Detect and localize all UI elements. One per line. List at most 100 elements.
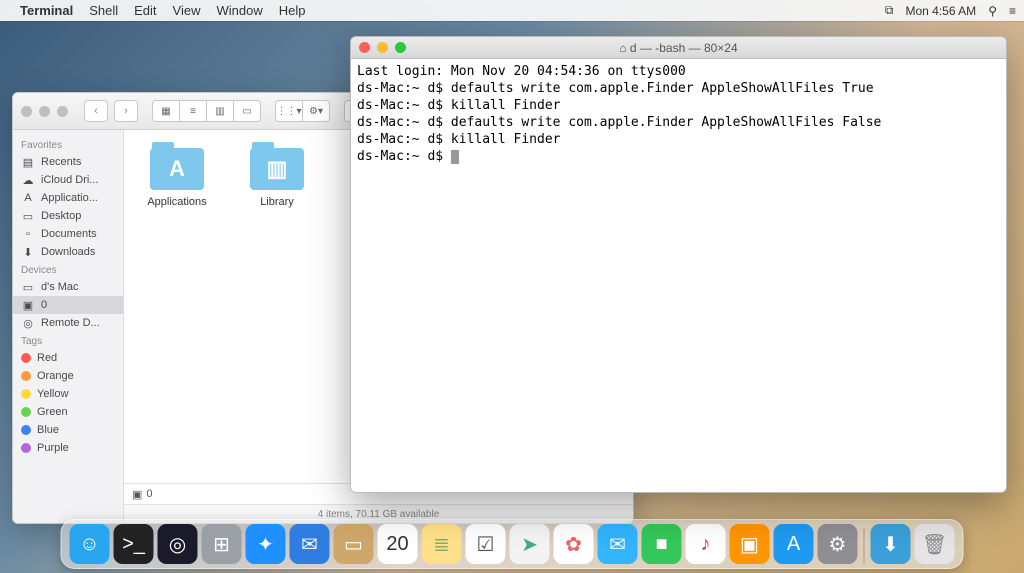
sidebar-item-label: Documents <box>41 228 97 240</box>
sidebar-tag-blue[interactable]: Blue <box>13 421 123 439</box>
folder-library[interactable]: ▥Library <box>242 148 312 208</box>
zoom-button[interactable] <box>395 42 406 53</box>
finder-sidebar: Favorites ▤ Recents ☁iCloud Dri... A Appli… <box>13 130 124 523</box>
dock-preferences[interactable]: ⚙ <box>818 524 858 564</box>
dock-photos[interactable]: ✿ <box>554 524 594 564</box>
icloud-icon: ☁ <box>21 174 35 186</box>
close-button[interactable] <box>21 106 32 117</box>
remote-disc-icon: ◎ <box>21 317 35 329</box>
sidebar-item-downloads[interactable]: ⬇Downloads <box>13 243 123 261</box>
sidebar-item-label: Yellow <box>37 388 68 400</box>
dock-launchpad[interactable]: ⊞ <box>202 524 242 564</box>
sidebar-item-label: Purple <box>37 442 69 454</box>
menubar: Terminal Shell Edit View Window Help ⧉ M… <box>0 0 1024 21</box>
dock-appstore[interactable]: A <box>774 524 814 564</box>
forward-button[interactable]: › <box>114 100 138 122</box>
dock-calendar[interactable]: 20 <box>378 524 418 564</box>
sidebar-tag-red[interactable]: Red <box>13 349 123 367</box>
back-button[interactable]: ‹ <box>84 100 108 122</box>
menu-shell[interactable]: Shell <box>89 3 118 18</box>
dock-ibooks[interactable]: ▣ <box>730 524 770 564</box>
sidebar-item-label: Orange <box>37 370 74 382</box>
sidebar-item-desktop[interactable]: ▭Desktop <box>13 207 123 225</box>
folder-icon: A <box>150 148 204 190</box>
sidebar-item-label: Green <box>37 406 68 418</box>
sidebar-tag-orange[interactable]: Orange <box>13 367 123 385</box>
sidebar-item-label: Blue <box>37 424 59 436</box>
apps-icon: A <box>21 192 35 204</box>
sidebar-tag-yellow[interactable]: Yellow <box>13 385 123 403</box>
sidebar-item-label: Recents <box>41 156 81 168</box>
dock-finder[interactable]: ☺ <box>70 524 110 564</box>
terminal-titlebar[interactable]: ⌂ d — -bash — 80×24 <box>351 37 1006 59</box>
screen-mirror-icon[interactable]: ⧉ <box>885 3 894 18</box>
dock-reminders[interactable]: ☑ <box>466 524 506 564</box>
minimize-button[interactable] <box>377 42 388 53</box>
path-item[interactable]: 0 <box>146 488 152 500</box>
arrange-button[interactable]: ⋮⋮▾ <box>275 100 303 122</box>
dock-trash[interactable]: 🗑 <box>915 524 955 564</box>
dock-contacts[interactable]: ▭ <box>334 524 374 564</box>
sidebar-item-documents[interactable]: ▫ Documents <box>13 225 123 243</box>
menu-edit[interactable]: Edit <box>134 3 156 18</box>
app-name[interactable]: Terminal <box>20 3 73 18</box>
dock-messages[interactable]: ✉ <box>598 524 638 564</box>
clock[interactable]: Mon 4:56 AM <box>905 4 976 18</box>
dock-downloads[interactable]: ⬇ <box>871 524 911 564</box>
sidebar-item-label: 0 <box>41 299 47 311</box>
folder-applications[interactable]: AApplications <box>142 148 212 208</box>
devices-header: Devices <box>13 261 123 278</box>
disk-icon: ▣ <box>132 488 142 501</box>
tags-header: Tags <box>13 332 123 349</box>
sidebar-item-recents[interactable]: ▤ Recents <box>13 153 123 171</box>
dock-separator <box>864 528 865 564</box>
icon-view-button[interactable]: ▦ <box>152 100 180 122</box>
sidebar-item-label: Applicatio... <box>41 192 98 204</box>
sidebar-item-label: Red <box>37 352 57 364</box>
sidebar-item-disk[interactable]: ▣0 <box>13 296 123 314</box>
dock-safari[interactable]: ✦ <box>246 524 286 564</box>
window-controls <box>359 42 406 53</box>
spotlight-icon[interactable]: ⚲ <box>988 4 997 18</box>
gallery-view-button[interactable]: ▭ <box>234 100 261 122</box>
cursor <box>451 150 459 164</box>
sidebar-item-label: Remote D... <box>41 317 100 329</box>
terminal-window[interactable]: ⌂ d — -bash — 80×24 Last login: Mon Nov … <box>350 36 1007 493</box>
action-button[interactable]: ⚙▾ <box>303 100 330 122</box>
dock-siri[interactable]: ◎ <box>158 524 198 564</box>
notification-center-icon[interactable]: ≡ <box>1009 4 1016 18</box>
sidebar-item-icloud[interactable]: ☁iCloud Dri... <box>13 171 123 189</box>
tag-dot-icon <box>21 407 31 417</box>
close-button[interactable] <box>359 42 370 53</box>
folder-icon: ▥ <box>250 148 304 190</box>
recents-icon: ▤ <box>21 156 35 168</box>
sidebar-tag-purple[interactable]: Purple <box>13 439 123 457</box>
menu-window[interactable]: Window <box>217 3 263 18</box>
view-mode-group: ▦ ≡ ▥ ▭ <box>152 100 261 122</box>
column-view-button[interactable]: ▥ <box>207 100 234 122</box>
mac-icon: ▭ <box>21 281 35 293</box>
downloads-icon: ⬇ <box>21 246 35 258</box>
dock-notes[interactable]: ≣ <box>422 524 462 564</box>
zoom-button[interactable] <box>57 106 68 117</box>
sidebar-item-applications[interactable]: A Applicatio... <box>13 189 123 207</box>
sidebar-item-label: Desktop <box>41 210 81 222</box>
dock-facetime[interactable]: ■ <box>642 524 682 564</box>
dock-itunes[interactable]: ♪ <box>686 524 726 564</box>
favorites-header: Favorites <box>13 136 123 153</box>
menu-view[interactable]: View <box>173 3 201 18</box>
minimize-button[interactable] <box>39 106 50 117</box>
documents-icon: ▫ <box>21 228 35 240</box>
dock-terminal[interactable]: >_ <box>114 524 154 564</box>
menu-help[interactable]: Help <box>279 3 306 18</box>
sidebar-item-mac[interactable]: ▭ d's Mac <box>13 278 123 296</box>
list-view-button[interactable]: ≡ <box>180 100 207 122</box>
arrange-group: ⋮⋮▾ ⚙▾ <box>275 100 330 122</box>
dock-mail[interactable]: ✉ <box>290 524 330 564</box>
dock-maps[interactable]: ➤ <box>510 524 550 564</box>
terminal-output[interactable]: Last login: Mon Nov 20 04:54:36 on ttys0… <box>351 59 1006 492</box>
sidebar-tag-green[interactable]: Green <box>13 403 123 421</box>
sidebar-item-remote-disc[interactable]: ◎ Remote D... <box>13 314 123 332</box>
sidebar-item-label: d's Mac <box>41 281 79 293</box>
home-icon: ⌂ <box>619 41 626 55</box>
